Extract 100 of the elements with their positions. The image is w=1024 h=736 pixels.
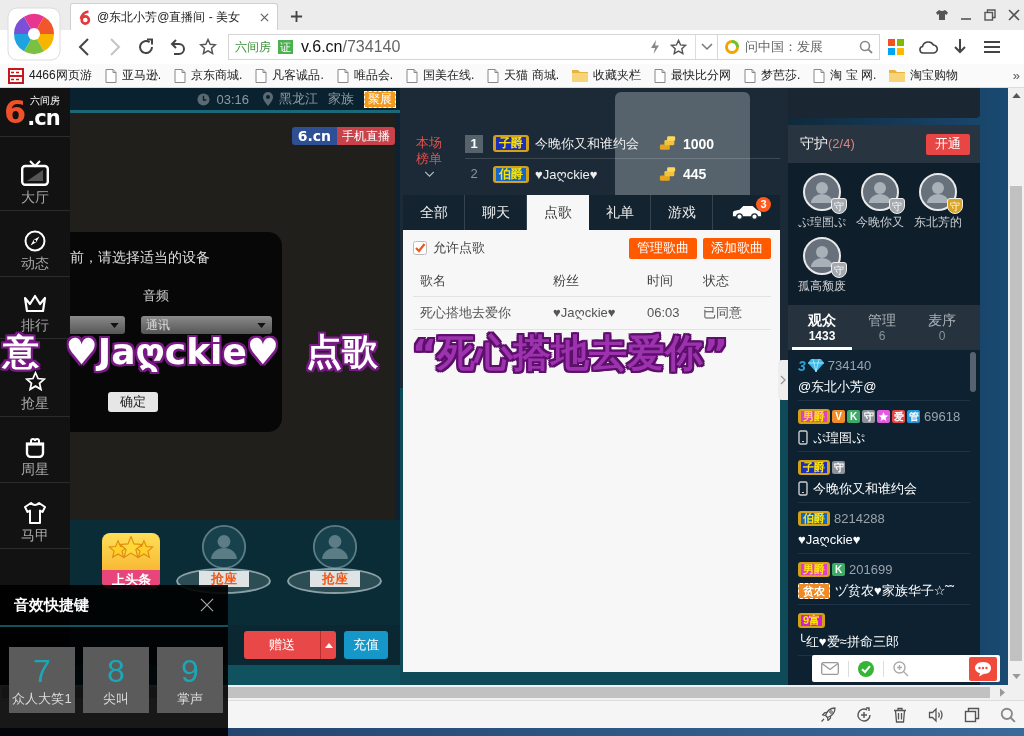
- folder-icon: [889, 69, 906, 82]
- rocket-icon[interactable]: [820, 706, 836, 723]
- car-icon: [730, 205, 763, 220]
- member-name[interactable]: 今晚你又: [856, 215, 904, 230]
- title-badge: 子爵: [798, 460, 830, 475]
- user-name[interactable]: ╰红♥爱≈拼命三郎: [798, 632, 899, 651]
- scrollbar-thumb[interactable]: [970, 352, 976, 392]
- sound-key[interactable]: 9 掌声: [157, 647, 223, 713]
- reload-icon[interactable]: [136, 38, 155, 56]
- page-icon: [336, 68, 349, 83]
- bookmark-item[interactable]: 淘宝购物: [889, 67, 959, 84]
- bookmark-item[interactable]: 京东商城.: [174, 67, 243, 84]
- user-name[interactable]: ヅ贫农♥家族华子☆˜˜: [835, 581, 955, 600]
- crown-icon: [23, 294, 47, 314]
- ranking-toggle[interactable]: 本场榜单: [403, 129, 455, 181]
- plus-icon[interactable]: [290, 10, 303, 23]
- nav-item[interactable]: 动态: [21, 230, 49, 271]
- nav-item[interactable]: 抢星: [21, 371, 49, 411]
- scrollbar-thumb[interactable]: [1010, 186, 1022, 661]
- collapse-handle[interactable]: [778, 360, 788, 400]
- tiles-icon[interactable]: [888, 39, 904, 55]
- guard-badge: 守: [889, 198, 905, 214]
- lightning-icon[interactable]: [650, 40, 660, 54]
- star-icon: [24, 371, 46, 392]
- tag-badge: V: [832, 410, 845, 423]
- site-logo-icon: [79, 9, 91, 25]
- member-name[interactable]: 东北芳的: [914, 215, 962, 230]
- bookmark-item[interactable]: 国美在线.: [406, 67, 475, 84]
- caret-up-icon: [324, 642, 333, 648]
- video-select[interactable]: [70, 316, 125, 334]
- refresh-plus-icon[interactable]: [856, 706, 872, 723]
- confirm-button[interactable]: 确定: [108, 392, 158, 412]
- tag-badge: 爱: [892, 410, 905, 423]
- audience-tab[interactable]: 观众 1433: [792, 305, 852, 350]
- request-status: 已同意: [696, 297, 771, 330]
- star-icon[interactable]: [670, 38, 687, 56]
- more-bookmarks-button[interactable]: »: [1012, 68, 1020, 83]
- trash-icon[interactable]: [892, 706, 908, 723]
- column-header: 粉丝: [546, 266, 640, 297]
- search-icon[interactable]: [1000, 706, 1016, 723]
- user-name[interactable]: ♥Jaღckie♥: [535, 166, 653, 182]
- audience-tab[interactable]: 管理 6: [852, 305, 912, 350]
- check-icon[interactable]: [858, 660, 874, 677]
- cloud-icon[interactable]: [918, 40, 938, 54]
- browser-tab[interactable]: @东北小芳@直播间 - 美女: [70, 3, 278, 30]
- audience-tab[interactable]: 麦序 0: [912, 305, 972, 350]
- menu-icon[interactable]: [984, 40, 1000, 54]
- envelope-icon[interactable]: [821, 662, 839, 675]
- user-name[interactable]: 今晚你又和谁约会: [813, 479, 917, 498]
- address-field[interactable]: 六间房 证 v.6.cn/734140: [228, 34, 718, 60]
- window-icon[interactable]: [964, 706, 980, 723]
- column-header: 时间: [640, 266, 696, 297]
- back-icon[interactable]: [77, 38, 90, 56]
- shirt-icon[interactable]: [936, 10, 948, 20]
- star-icon[interactable]: [198, 38, 217, 56]
- bookmark-item[interactable]: 唯品会.: [336, 67, 394, 84]
- speaker-icon[interactable]: [928, 706, 944, 723]
- open-button[interactable]: 开通: [926, 133, 970, 155]
- bookmark-item[interactable]: 亚马逊.: [104, 67, 162, 84]
- sound-key[interactable]: 8 尖叫: [83, 647, 149, 713]
- user-name[interactable]: ♥Jaღckie♥: [798, 532, 861, 547]
- bookmark-item[interactable]: 天猫 商城.: [487, 67, 560, 84]
- close-icon[interactable]: [260, 12, 269, 22]
- search-field[interactable]: 问中国：发展: [718, 34, 880, 60]
- bookmark-item[interactable]: 收藏夹栏: [572, 67, 642, 84]
- nav-item[interactable]: 排行: [21, 294, 49, 333]
- member-name[interactable]: ぷ瑝圄ぷ: [798, 215, 846, 230]
- bookmark-item[interactable]: 4466网页游: [8, 67, 92, 84]
- sound-key[interactable]: 7 众人大笑1: [9, 647, 75, 713]
- browser-logo-icon[interactable]: [7, 7, 61, 61]
- audio-select[interactable]: 通讯: [141, 316, 272, 334]
- chevron-down-icon[interactable]: [700, 43, 713, 51]
- user-name[interactable]: ぷ瑝圄ぷ: [813, 428, 865, 447]
- nav-item[interactable]: 马甲: [21, 502, 49, 543]
- close-icon[interactable]: [200, 598, 214, 612]
- search-icon[interactable]: [859, 40, 873, 54]
- bookmark-item[interactable]: 淘 宝 网.: [813, 67, 877, 84]
- coins-icon: [659, 136, 677, 151]
- tab[interactable]: 点歌: [527, 195, 589, 230]
- bookmark-item[interactable]: 凡客诚品.: [255, 67, 324, 84]
- send-button[interactable]: 赠送: [244, 631, 320, 659]
- search-engine-icon: [724, 39, 740, 55]
- coin-count: 1000: [683, 135, 715, 152]
- arrow-up-icon[interactable]: [1011, 93, 1021, 98]
- user-name[interactable]: 今晚你又和谁约会: [535, 134, 653, 153]
- member-name[interactable]: 孤高颓废: [798, 279, 846, 294]
- chat-icon[interactable]: [969, 656, 997, 681]
- bookmark-item[interactable]: 最快比分网: [654, 67, 732, 84]
- checkbox[interactable]: [413, 241, 427, 255]
- vertical-scrollbar[interactable]: [1008, 88, 1024, 685]
- send-options-button[interactable]: [320, 631, 336, 659]
- nav-item[interactable]: 周星: [21, 436, 49, 477]
- download-icon[interactable]: [953, 38, 967, 56]
- headline-button[interactable]: 上头条: [102, 533, 160, 589]
- user-name[interactable]: @东北小芳@: [798, 377, 877, 396]
- nav-item[interactable]: 大厅: [21, 160, 49, 205]
- restore-icon[interactable]: [984, 9, 996, 21]
- user-id: 734140: [827, 358, 872, 373]
- close-icon[interactable]: [1008, 9, 1020, 21]
- bookmark-item[interactable]: 梦芭莎.: [744, 67, 801, 84]
